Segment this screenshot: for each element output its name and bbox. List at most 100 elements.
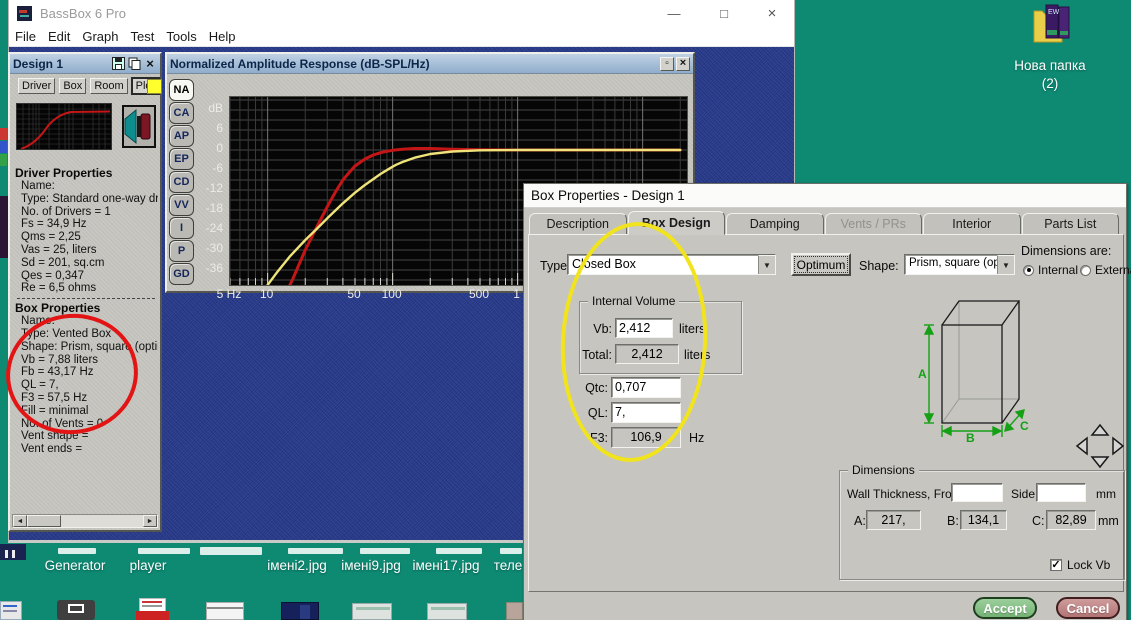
dimensions-are-label: Dimensions are: xyxy=(1021,244,1112,258)
cancel-button[interactable]: Cancel xyxy=(1056,597,1120,619)
graph-type-button[interactable]: NA xyxy=(169,79,194,101)
desktop-icon-label[interactable]: Generator xyxy=(45,558,106,573)
dimension-b-field: 134,1 xyxy=(960,510,1007,530)
clipped-desktop-icon-fragment xyxy=(0,544,26,560)
radio-internal[interactable]: Internal xyxy=(1023,263,1078,277)
accept-button[interactable]: Accept xyxy=(973,597,1037,619)
desktop-icon-window[interactable] xyxy=(206,602,244,620)
property-line: No. of Drivers = 1 xyxy=(21,205,111,218)
desktop-icon-pdf-document[interactable] xyxy=(136,598,169,620)
scrollbar-thumb[interactable] xyxy=(27,515,61,527)
box-type-value: Closed Box xyxy=(572,257,636,271)
horizontal-scrollbar[interactable]: ◄ ► xyxy=(12,514,158,528)
y-tick-label: -36 xyxy=(205,261,223,275)
close-icon[interactable]: × xyxy=(676,56,690,71)
menu-item[interactable]: File xyxy=(15,29,36,44)
shape-value: Prism, square (opt.) xyxy=(909,257,997,269)
dimensions-group: Dimensions Wall Thickness, Front: Side: … xyxy=(839,463,1125,580)
dialog-tab[interactable]: Description xyxy=(529,213,627,235)
maximize-button[interactable]: □ xyxy=(709,4,739,22)
clipped-label-fragment xyxy=(436,548,482,554)
desktop-icon-image[interactable] xyxy=(427,603,467,620)
desktop-icon-label[interactable]: імені9.jpg xyxy=(341,558,401,573)
menu-item[interactable]: Tools xyxy=(166,29,196,44)
graph-titlebar[interactable]: Normalized Amplitude Response (dB-SPL/Hz… xyxy=(167,54,693,74)
y-tick-label: -30 xyxy=(205,241,223,255)
y-tick-label: -18 xyxy=(205,201,223,215)
ql-input[interactable]: 7, xyxy=(611,402,681,423)
clipped-desktop-icon-fragment xyxy=(0,128,7,140)
plot-color-swatch[interactable] xyxy=(147,79,162,94)
close-icon[interactable]: × xyxy=(143,56,157,71)
dialog-tab[interactable]: Parts List xyxy=(1021,213,1119,235)
menu-item[interactable]: Test xyxy=(131,29,155,44)
property-line: Fb = 43,17 Hz xyxy=(21,366,94,379)
scroll-left-icon[interactable]: ◄ xyxy=(13,515,27,527)
menu-item[interactable]: Help xyxy=(209,29,236,44)
desktop-folder-icon[interactable]: EW xyxy=(1026,2,1076,46)
menu-item[interactable]: Graph xyxy=(82,29,118,44)
desktop-folder-label[interactable]: Нова папка xyxy=(1005,58,1095,73)
chevron-down-icon[interactable]: ▼ xyxy=(758,255,775,274)
dialog-tab[interactable]: Interior xyxy=(923,213,1021,235)
clipped-label-fragment xyxy=(200,547,262,555)
property-line: Vb = 7,88 liters xyxy=(21,353,99,366)
speaker-icon[interactable] xyxy=(122,105,156,148)
f3-field: 106,9 xyxy=(611,427,681,448)
dialog-tabs: Description Box Design Damping Vents / PRs I… xyxy=(529,211,1120,235)
app-icon xyxy=(17,5,32,21)
design-panel-title: Design 1 xyxy=(13,56,64,71)
menu-bar: File Edit Graph Test Tools Help xyxy=(9,26,794,47)
optimum-button[interactable]: Optimum xyxy=(791,253,851,276)
desktop-icon-image[interactable] xyxy=(281,602,319,620)
property-line: No. of Vents = 0 xyxy=(21,417,104,430)
driver-properties-lines: Name: Type: Standard one-way driv No. of D… xyxy=(12,180,158,295)
y-tick-label: -24 xyxy=(205,221,223,235)
vb-input[interactable]: 2,412 xyxy=(615,318,673,338)
clipped-desktop-icon-fragment[interactable] xyxy=(506,602,523,620)
chevron-down-icon[interactable]: ▼ xyxy=(997,255,1014,274)
copy-icon[interactable] xyxy=(127,57,141,71)
f3-unit: Hz xyxy=(689,431,705,445)
design-panel-titlebar[interactable]: Design 1 × xyxy=(10,54,160,74)
menu-item[interactable]: Edit xyxy=(48,29,70,44)
wall-side-input[interactable] xyxy=(1036,483,1086,502)
desktop-icon-image[interactable] xyxy=(352,603,392,620)
lock-vb-label: Lock Vb xyxy=(1067,558,1111,572)
dialog-title: Box Properties - Design 1 xyxy=(531,188,685,203)
qtc-label: Qtc: xyxy=(585,381,608,395)
wall-front-input[interactable] xyxy=(951,483,1003,502)
desktop-icon-label[interactable]: теле xyxy=(494,558,522,573)
diagram-label-c: C xyxy=(1020,419,1029,433)
scroll-right-icon[interactable]: ► xyxy=(143,515,157,527)
response-thumbnail[interactable] xyxy=(16,103,112,150)
close-button[interactable]: × xyxy=(757,4,787,22)
minimize-button[interactable]: — xyxy=(659,4,689,22)
box-type-combobox[interactable]: Closed Box ▼ xyxy=(567,254,776,275)
desktop-icon-document[interactable] xyxy=(0,601,22,620)
design-tab[interactable]: Box xyxy=(59,78,87,94)
qtc-input[interactable]: 0,707 xyxy=(611,377,681,398)
desktop-icon-calculator[interactable] xyxy=(57,600,95,620)
dialog-tab[interactable]: Vents / PRs xyxy=(824,213,922,235)
design-tab[interactable]: Driver xyxy=(18,78,56,94)
box-shape-diagram: A B C xyxy=(918,300,1029,445)
screen: EW Нова папка (2) BassBox 6 Pro — □ × Fi… xyxy=(0,0,1131,620)
shape-combobox[interactable]: Prism, square (opt.) ▼ xyxy=(904,254,1015,275)
design-tab[interactable]: Room xyxy=(90,78,128,94)
total-label: Total: xyxy=(582,348,612,362)
mm-unit: mm xyxy=(1096,487,1116,501)
save-icon[interactable] xyxy=(111,57,125,71)
radio-external[interactable]: External xyxy=(1080,263,1131,277)
dialog-tab[interactable]: Damping xyxy=(726,213,824,235)
desktop-folder-label-2[interactable]: (2) xyxy=(1005,76,1095,91)
restore-icon[interactable]: ▫ xyxy=(660,56,674,71)
desktop-icon-label[interactable]: імені17.jpg xyxy=(412,558,479,573)
dialog-tab[interactable]: Box Design xyxy=(627,211,725,235)
lock-vb-checkbox[interactable]: ✓ Lock Vb xyxy=(1050,558,1110,572)
desktop-icon-label[interactable]: player xyxy=(130,558,167,573)
property-line: Re = 6,5 ohms xyxy=(21,282,97,295)
desktop-icon-label[interactable]: імені2.jpg xyxy=(267,558,327,573)
dialog-titlebar[interactable]: Box Properties - Design 1 xyxy=(524,184,1126,208)
clipped-label-fragment xyxy=(500,548,522,554)
